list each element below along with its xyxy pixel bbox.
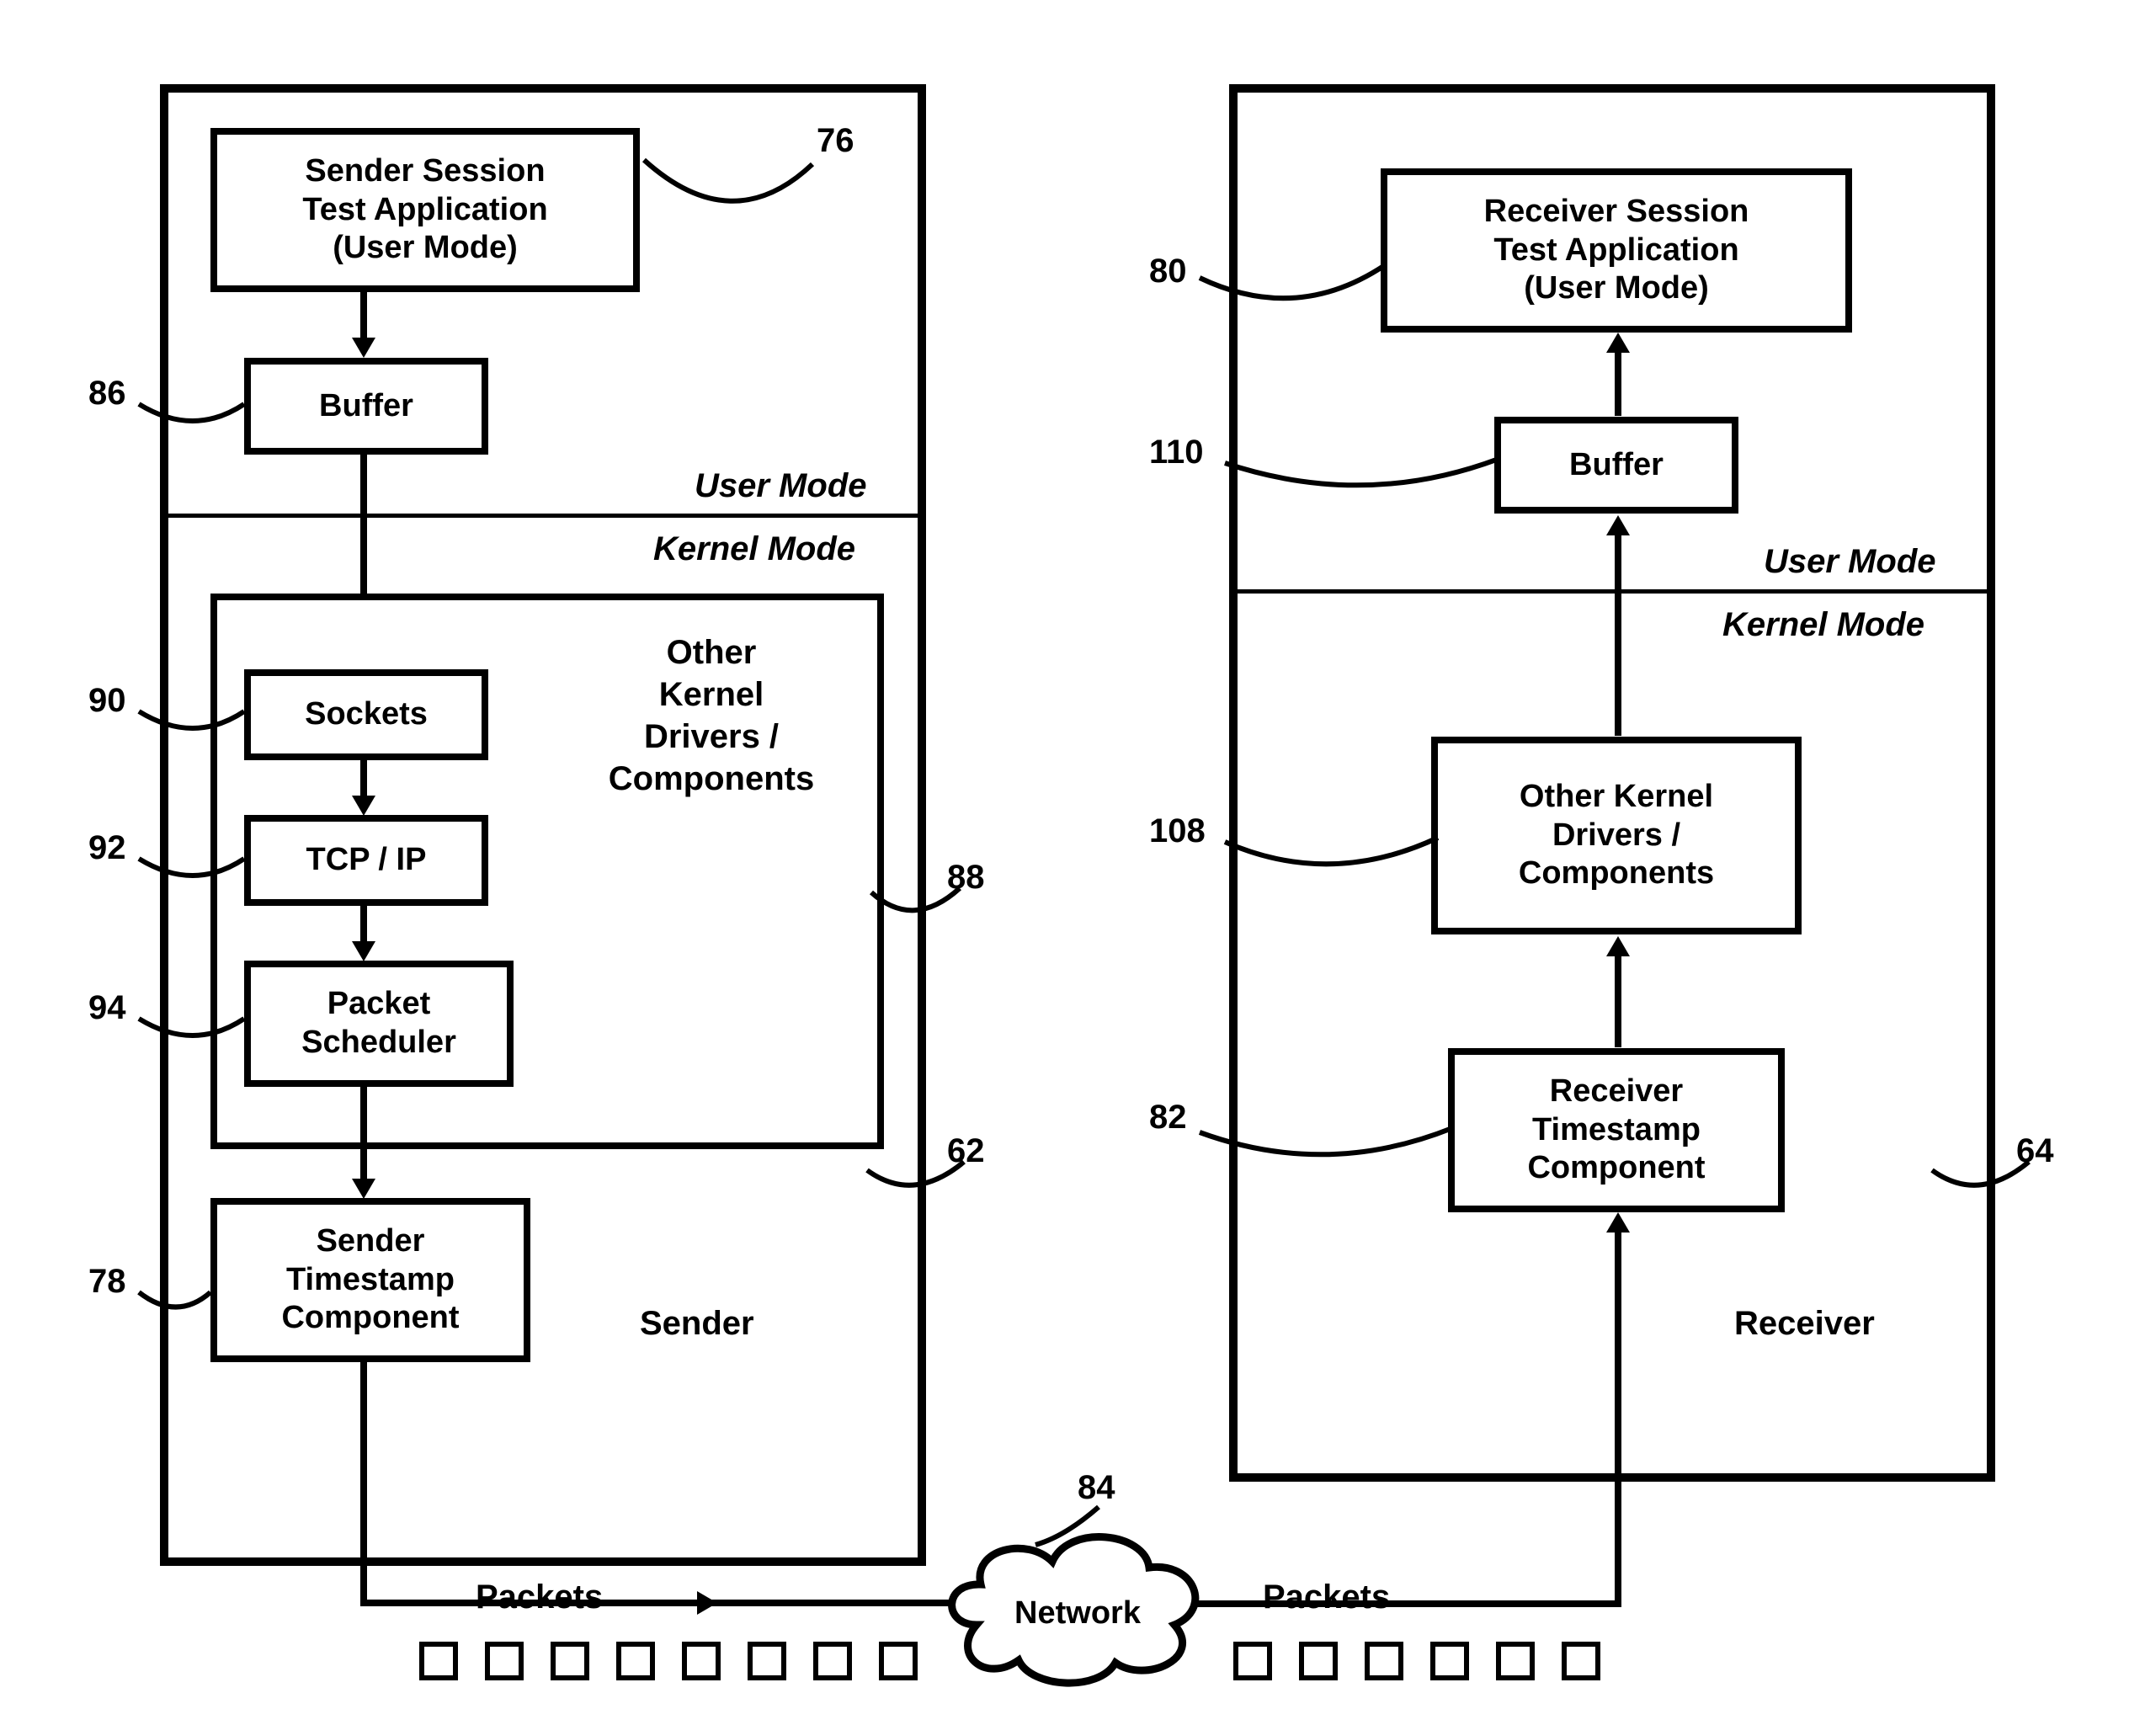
receiver-other-kernel-box: Other Kernel Drivers / Components — [1431, 737, 1802, 934]
tcpip-box: TCP / IP — [244, 815, 488, 906]
packets-arrow-line — [648, 1600, 699, 1606]
sender-other-kernel-label: Other Kernel Drivers / Components — [572, 631, 850, 800]
leader-86 — [135, 387, 253, 446]
ref-82: 82 — [1149, 1099, 1187, 1137]
packet-icon — [748, 1642, 786, 1680]
leader-64 — [1928, 1145, 2037, 1212]
packet-icon — [879, 1642, 918, 1680]
ref-80: 80 — [1149, 253, 1187, 290]
receiver-title-label: Receiver — [1734, 1305, 1875, 1343]
packets-right-label: Packets — [1263, 1579, 1390, 1616]
leader-82 — [1195, 1107, 1456, 1183]
ref-94: 94 — [88, 989, 126, 1027]
leader-62 — [863, 1145, 972, 1212]
packet-icon — [682, 1642, 721, 1680]
leader-76 — [640, 156, 825, 257]
receiver-timestamp-box: Receiver Timestamp Component — [1448, 1048, 1785, 1212]
sender-mode-divider — [168, 514, 918, 518]
sender-app-box: Sender Session Test Application (User Mo… — [210, 128, 640, 292]
arrow — [360, 1362, 367, 1606]
sender-title-label: Sender — [640, 1305, 754, 1343]
packet-icon — [1430, 1642, 1469, 1680]
arrow — [1615, 353, 1621, 416]
arrow — [1193, 1600, 1618, 1607]
packet-icon — [419, 1642, 458, 1680]
arrow-head — [1606, 1212, 1630, 1233]
network-label: Network — [1002, 1595, 1153, 1632]
arrow-head — [1606, 333, 1630, 353]
sender-user-mode-label: User Mode — [695, 467, 867, 505]
leader-92 — [135, 842, 253, 901]
arrow — [1615, 534, 1621, 736]
arrow-head — [352, 796, 375, 816]
receiver-mode-divider — [1238, 589, 1987, 594]
arrow-head — [352, 941, 375, 961]
leader-108 — [1221, 817, 1444, 892]
sender-kernel-mode-label: Kernel Mode — [653, 530, 855, 568]
arrow — [360, 760, 367, 801]
ref-108: 108 — [1149, 812, 1206, 850]
arrow-head — [352, 338, 375, 358]
sockets-box: Sockets — [244, 669, 488, 760]
arrow — [1615, 1228, 1621, 1607]
leader-88 — [867, 871, 968, 939]
arrow — [360, 292, 367, 343]
packet-icon — [485, 1642, 524, 1680]
ref-90: 90 — [88, 682, 126, 720]
packet-icon — [551, 1642, 589, 1680]
receiver-kernel-mode-label: Kernel Mode — [1722, 606, 1924, 644]
sender-buffer-box: Buffer — [244, 358, 488, 455]
ref-78: 78 — [88, 1263, 126, 1301]
arrow-head — [352, 1179, 375, 1199]
ref-86: 86 — [88, 375, 126, 413]
arrow-head — [1606, 515, 1630, 535]
packet-icon — [1299, 1642, 1338, 1680]
arrow — [1615, 955, 1621, 1047]
packet-icon — [1496, 1642, 1535, 1680]
sender-timestamp-box: Sender Timestamp Component — [210, 1198, 530, 1362]
packet-scheduler-box: Packet Scheduler — [244, 961, 514, 1087]
arrow — [360, 906, 367, 946]
receiver-user-mode-label: User Mode — [1764, 543, 1936, 581]
leader-90 — [135, 695, 253, 753]
arrow — [360, 1087, 367, 1184]
ref-76: 76 — [817, 122, 854, 160]
packet-icon — [1233, 1642, 1272, 1680]
packet-icon — [616, 1642, 655, 1680]
packets-left-label: Packets — [476, 1579, 603, 1616]
packet-icon — [813, 1642, 852, 1680]
leader-110 — [1221, 438, 1507, 514]
packet-icon — [1365, 1642, 1403, 1680]
ref-92: 92 — [88, 829, 126, 867]
leader-80 — [1195, 253, 1389, 328]
receiver-app-box: Receiver Session Test Application (User … — [1381, 168, 1852, 333]
packets-arrow-head — [697, 1591, 717, 1615]
leader-84 — [1031, 1499, 1115, 1557]
arrow-head — [1606, 936, 1630, 956]
ref-110: 110 — [1149, 434, 1204, 471]
leader-78 — [135, 1275, 219, 1334]
packet-icon — [1562, 1642, 1600, 1680]
receiver-buffer-box: Buffer — [1494, 417, 1738, 514]
leader-94 — [135, 1002, 253, 1061]
